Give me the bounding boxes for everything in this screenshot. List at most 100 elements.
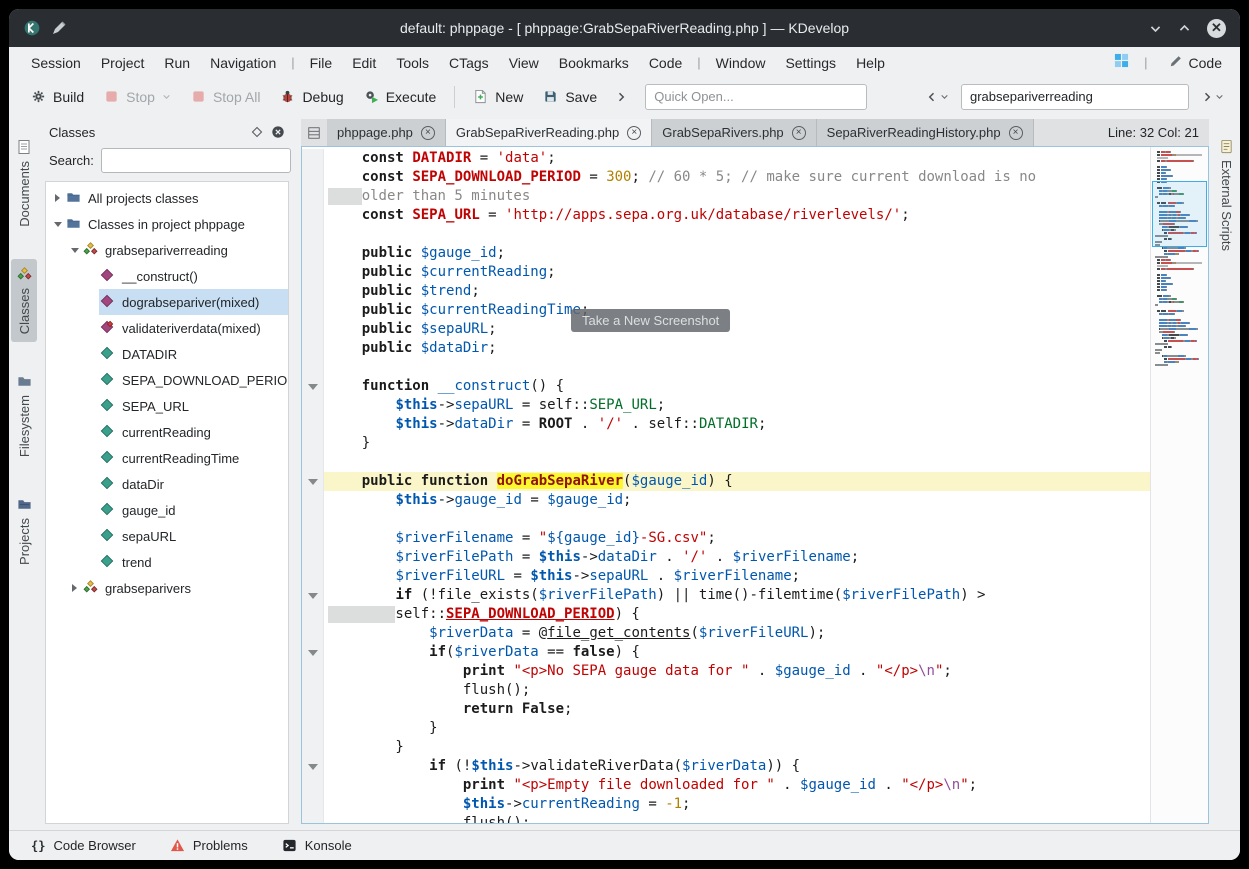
unshade-icon[interactable] [1178,22,1191,35]
code-line[interactable] [302,453,1150,472]
code-line[interactable]: $riverFileURL = $this->sepaURL . $riverF… [302,567,1150,586]
tab-phppage-php[interactable]: phppage.php× [327,119,446,146]
code-line[interactable]: if (!$this->validateRiverData($riverData… [302,757,1150,776]
tree-item-all-projects-classes[interactable]: All projects classes [46,185,288,211]
grid-icon[interactable] [1114,53,1129,73]
minimap-viewport[interactable] [1152,181,1207,247]
konsole-button[interactable]: Konsole [282,838,352,853]
code-line[interactable]: print "<p>Empty file downloaded for " . … [302,776,1150,795]
close-button[interactable]: ✕ [1207,19,1226,38]
toolbar-overflow-button[interactable] [611,87,631,107]
code-line[interactable]: public $dataDir; [302,339,1150,358]
menu-help[interactable]: Help [846,51,895,75]
close-icon[interactable]: × [627,126,641,140]
search-prev-button[interactable] [922,87,953,107]
code-line[interactable]: $this->sepaURL = self::SEPA_URL; [302,396,1150,415]
code-line[interactable]: const DATADIR = 'data'; [302,149,1150,168]
fold-marker-icon[interactable] [308,650,318,656]
tab-grabsepariverreading-php[interactable]: GrabSepaRiverReading.php× [446,119,652,146]
editor-view[interactable]: const DATADIR = 'data'; const SEPA_DOWNL… [301,146,1209,824]
menu-view[interactable]: View [499,51,549,75]
close-icon[interactable]: × [421,126,435,140]
tree-expand-icon[interactable] [50,194,65,202]
code-line[interactable]: return False; [302,700,1150,719]
tree-item-currentreading[interactable]: currentReading [46,419,288,445]
code-menu-button[interactable]: Code [1163,51,1228,74]
save-button[interactable]: Save [533,85,607,109]
menu-session[interactable]: Session [21,51,91,75]
tree-item-dograbsepariver-mixed[interactable]: dograbsepariver(mixed) [46,289,288,315]
sidebar-item-documents[interactable]: Documents [11,131,37,235]
tab-separiverreadinghistory-php[interactable]: SepaRiverReadingHistory.php× [817,119,1034,146]
code-line[interactable]: older than 5 minutes [302,187,1150,206]
code-line[interactable]: $riverFilePath = $this->dataDir . '/' . … [302,548,1150,567]
tree-item-sepa-url[interactable]: SEPA_URL [46,393,288,419]
fold-marker-icon[interactable] [308,384,318,390]
menu-bookmarks[interactable]: Bookmarks [549,51,639,75]
code-browser-button[interactable]: {}Code Browser [31,838,136,853]
problems-button[interactable]: Problems [170,838,248,853]
tree-item-trend[interactable]: trend [46,549,288,575]
code-line[interactable]: public $currentReading; [302,263,1150,282]
menu-file[interactable]: File [300,51,343,75]
code-line[interactable]: } [302,719,1150,738]
code-line[interactable]: if($riverData == false) { [302,643,1150,662]
close-panel-icon[interactable] [271,125,285,139]
sidebar-item-classes[interactable]: Classes [11,259,37,342]
minimap[interactable] [1150,147,1208,823]
tree-item-sepa-download-period[interactable]: SEPA_DOWNLOAD_PERIOD [46,367,288,393]
tree-item-grabseparivers[interactable]: grabseparivers [46,575,288,601]
menu-window[interactable]: Window [706,51,776,75]
code-line[interactable]: $this->dataDir = ROOT . '/' . self::DATA… [302,415,1150,434]
code-line[interactable]: flush(); [302,681,1150,700]
menu-code[interactable]: Code [639,51,692,75]
code-line[interactable] [302,358,1150,377]
tree-item-gauge-id[interactable]: gauge_id [46,497,288,523]
tree-item-classes-in-project-phppage[interactable]: Classes in project phppage [46,211,288,237]
class-search-input[interactable] [101,148,291,173]
menu-ctags[interactable]: CTags [439,51,499,75]
debug-button[interactable]: Debug [270,85,353,109]
tree-item-datadir[interactable]: DATADIR [46,341,288,367]
document-list-icon[interactable] [301,126,327,140]
new-button[interactable]: New [463,85,533,109]
detach-panel-icon[interactable] [251,126,263,138]
code-line[interactable]: print "<p>No SEPA gauge data for " . $ga… [302,662,1150,681]
code-line[interactable]: public $gauge_id; [302,244,1150,263]
menu-settings[interactable]: Settings [775,51,846,75]
titlebar[interactable]: default: phppage - [ phppage:GrabSepaRiv… [9,9,1240,47]
code-line[interactable]: public function doGrabSepaRiver($gauge_i… [302,472,1150,491]
code-line[interactable]: const SEPA_URL = 'http://apps.sepa.org.u… [302,206,1150,225]
tree-item-validateriverdata-mixed[interactable]: validateriverdata(mixed) [46,315,288,341]
code-line[interactable]: const SEPA_DOWNLOAD_PERIOD = 300; // 60 … [302,168,1150,187]
tree-expand-icon[interactable] [67,584,82,592]
search-next-button[interactable] [1197,87,1228,107]
tab-grabseparivers-php[interactable]: GrabSepaRivers.php× [652,119,816,146]
code-line[interactable]: if (!file_exists($riverFilePath) || time… [302,586,1150,605]
code-line[interactable]: function __construct() { [302,377,1150,396]
build-button[interactable]: Build [21,85,94,109]
tree-item-construct[interactable]: __construct() [46,263,288,289]
code-line[interactable] [302,510,1150,529]
menu-project[interactable]: Project [91,51,155,75]
shade-icon[interactable] [1149,22,1162,35]
code-line[interactable]: } [302,434,1150,453]
close-icon[interactable]: × [792,126,806,140]
code-line[interactable]: } [302,738,1150,757]
code-line[interactable]: $riverData = @file_get_contents($riverFi… [302,624,1150,643]
quick-open-input[interactable] [645,84,867,110]
close-icon[interactable]: × [1009,126,1023,140]
code-line[interactable]: $this->currentReading = -1; [302,795,1150,814]
tree-item-datadir[interactable]: dataDir [46,471,288,497]
sidebar-item-projects[interactable]: Projects [11,489,37,573]
tree-item-sepaurl[interactable]: sepaURL [46,523,288,549]
code-line[interactable]: self::SEPA_DOWNLOAD_PERIOD) { [302,605,1150,624]
menu-run[interactable]: Run [154,51,200,75]
tree-collapse-icon[interactable] [67,248,82,253]
tree-item-grabsepariverreading[interactable]: grabsepariverreading [46,237,288,263]
toolbar-search-input[interactable] [961,84,1189,110]
execute-button[interactable]: Execute [354,85,447,109]
code-line[interactable]: $riverFilename = "${gauge_id}-SG.csv"; [302,529,1150,548]
code-line[interactable] [302,225,1150,244]
tree-collapse-icon[interactable] [50,222,65,227]
